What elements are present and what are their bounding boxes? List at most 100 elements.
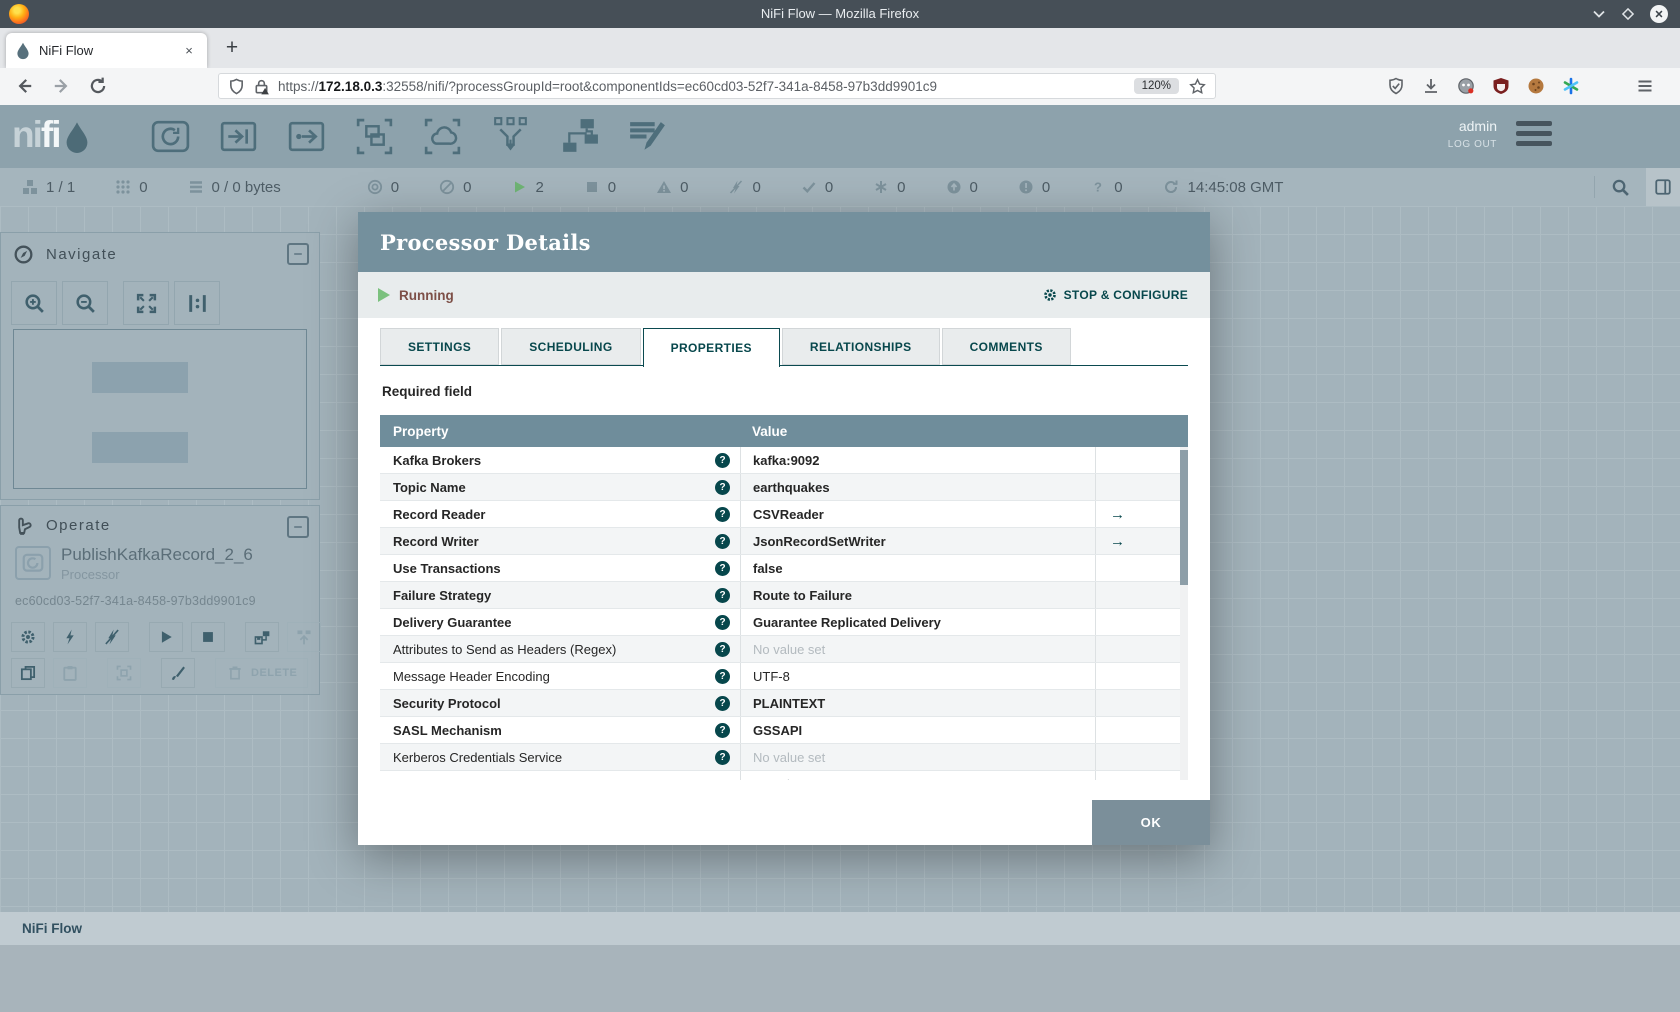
tab-scheduling[interactable]: SCHEDULING [501, 328, 641, 365]
new-tab-button[interactable]: + [220, 36, 244, 60]
help-icon[interactable]: ? [715, 452, 730, 468]
gear-button[interactable] [11, 622, 45, 652]
shield-check-icon[interactable] [1387, 77, 1405, 95]
ok-button[interactable]: OK [1092, 800, 1210, 845]
forward-icon[interactable] [52, 76, 72, 96]
restore-icon[interactable] [1621, 7, 1635, 21]
breadcrumb-root-link[interactable]: NiFi Flow [22, 921, 82, 936]
property-name: Topic Name [393, 479, 466, 495]
remote-process-group-icon[interactable] [420, 114, 465, 159]
property-value-cell[interactable]: earthquakes [740, 474, 1095, 500]
property-value-cell[interactable]: Route to Failure [740, 582, 1095, 608]
close-icon[interactable] [1650, 5, 1668, 23]
zoom-in-button[interactable] [11, 281, 57, 325]
reload-icon[interactable] [88, 76, 108, 96]
property-value-cell[interactable]: kafka:9092 [740, 447, 1095, 473]
help-icon[interactable]: ? [715, 695, 730, 711]
scrollbar-thumb[interactable] [1180, 450, 1188, 585]
fit-button[interactable] [123, 281, 169, 325]
output-port-icon[interactable] [284, 114, 329, 159]
minimize-icon[interactable] [1592, 7, 1606, 21]
download-icon[interactable] [1422, 77, 1440, 95]
property-value-cell[interactable]: No value set [740, 771, 1095, 780]
help-icon[interactable]: ? [715, 722, 730, 738]
tab-close-icon[interactable]: × [181, 43, 197, 58]
go-to-service-icon[interactable]: → [1110, 533, 1125, 550]
property-value-cell[interactable]: false [740, 555, 1095, 581]
zoom-out-button[interactable] [62, 281, 108, 325]
input-port-icon[interactable] [216, 114, 261, 159]
help-icon[interactable]: ? [715, 560, 730, 576]
go-to-service-icon[interactable]: → [1110, 506, 1125, 523]
zoom-level-badge[interactable]: 120% [1133, 78, 1179, 94]
brush-button[interactable] [161, 658, 195, 688]
current-user: admin [1458, 118, 1497, 134]
stop-button[interactable] [191, 622, 225, 652]
property-value-cell[interactable]: PLAINTEXT [740, 690, 1095, 716]
logout-link[interactable]: LOG OUT [1448, 139, 1497, 150]
global-menu-icon[interactable] [1516, 121, 1552, 146]
property-value-cell[interactable]: No value set [740, 636, 1095, 662]
property-name-cell [380, 771, 740, 780]
tab-relationships[interactable]: RELATIONSHIPS [781, 328, 940, 365]
mask-icon[interactable] [1457, 77, 1475, 95]
property-value-cell[interactable]: CSVReader [740, 501, 1095, 527]
disable-button[interactable] [95, 622, 129, 652]
property-value-cell[interactable]: UTF-8 [740, 663, 1095, 689]
status-up-to-date: 0 [801, 179, 833, 196]
property-value-cell[interactable]: GSSAPI [740, 717, 1095, 743]
stop-configure-button[interactable]: STOP & CONFIGURE [1042, 287, 1190, 303]
tab-settings[interactable]: SETTINGS [380, 328, 500, 365]
bookmark-star-icon[interactable] [1189, 77, 1206, 95]
ublock-icon[interactable] [1492, 77, 1510, 95]
help-icon[interactable]: ? [715, 641, 730, 657]
collapse-operate-button[interactable] [287, 516, 309, 538]
property-value-cell[interactable]: Guarantee Replicated Delivery [740, 609, 1095, 635]
search-icon[interactable] [1611, 178, 1630, 197]
cookie-icon[interactable] [1527, 77, 1545, 95]
tab-comments[interactable]: COMMENTS [941, 328, 1071, 365]
lock-warning-icon[interactable] [253, 78, 270, 95]
processor-icon[interactable] [148, 114, 193, 159]
copy-button[interactable] [11, 658, 45, 688]
birdseye-minimap[interactable] [13, 329, 307, 489]
label-icon[interactable] [624, 114, 669, 159]
hand-pointer-icon [13, 515, 34, 536]
process-group-icon[interactable] [352, 114, 397, 159]
start-button[interactable] [149, 622, 183, 652]
help-icon[interactable]: ? [715, 506, 730, 522]
properties-table-header: Property Value [380, 415, 1188, 447]
firefox-menu-icon[interactable] [1636, 77, 1654, 95]
help-icon[interactable]: ? [715, 668, 730, 684]
browser-tab[interactable]: NiFi Flow × [6, 33, 207, 68]
property-value-cell[interactable]: JsonRecordSetWriter [740, 528, 1095, 554]
actual-size-button[interactable] [174, 281, 220, 325]
property-value-cell[interactable]: No value set [740, 744, 1095, 770]
template-save-button[interactable] [245, 622, 279, 652]
tracking-shield-icon[interactable] [228, 77, 245, 95]
bulletin-panel-toggle[interactable] [1646, 168, 1680, 206]
help-icon[interactable]: ? [715, 479, 730, 495]
tab-title: NiFi Flow [39, 43, 94, 58]
nifi-app-header: ni fi admin LOG OUT [0, 105, 1680, 168]
help-icon[interactable]: ? [715, 587, 730, 603]
funnel-icon[interactable] [488, 114, 533, 159]
tab-properties[interactable]: PROPERTIES [642, 328, 780, 367]
enable-button[interactable] [53, 622, 87, 652]
help-icon[interactable]: ? [715, 749, 730, 765]
template-icon[interactable] [556, 114, 601, 159]
brush-icon [169, 664, 187, 682]
back-icon[interactable] [14, 76, 34, 96]
group-icon-button [107, 658, 141, 688]
help-icon[interactable]: ? [715, 614, 730, 630]
gear-icon [1042, 287, 1058, 303]
collapse-navigate-button[interactable] [287, 243, 309, 265]
container-icon[interactable] [1562, 77, 1580, 95]
url-bar[interactable]: https://172.18.0.3:32558/nifi/?processGr… [218, 73, 1216, 99]
gear-icon [19, 628, 37, 646]
invalid-icon [656, 179, 672, 195]
selected-component-name: PublishKafkaRecord_2_6 [61, 545, 253, 564]
refresh-icon[interactable] [1163, 179, 1179, 195]
help-icon[interactable]: ? [715, 533, 730, 549]
table-scrollbar[interactable] [1180, 447, 1188, 780]
